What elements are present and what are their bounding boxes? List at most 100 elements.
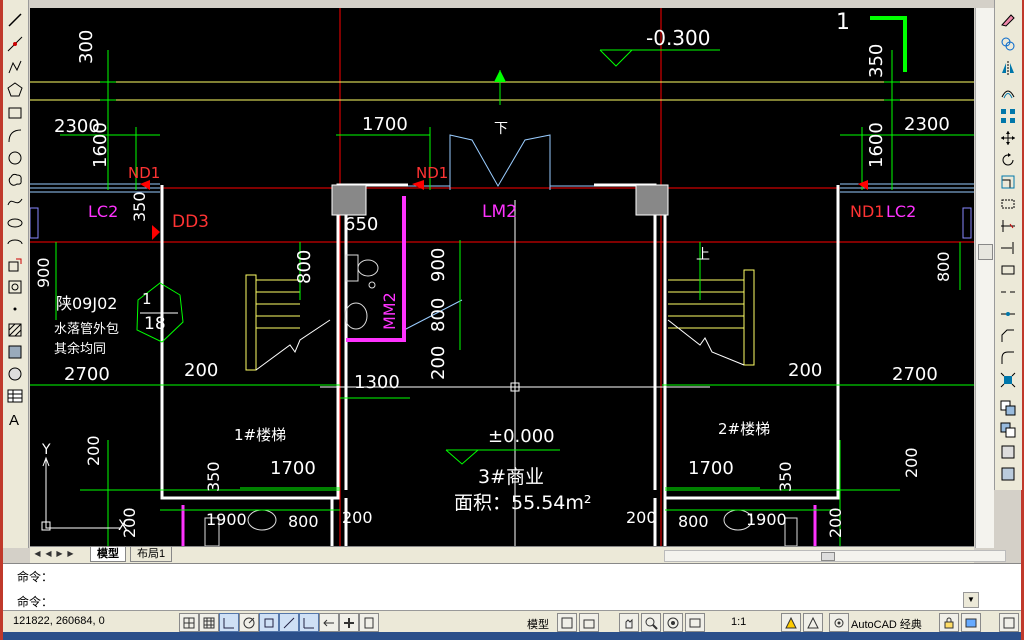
polygon-icon[interactable] <box>5 80 25 100</box>
vertical-scrollbar[interactable] <box>975 8 994 548</box>
arc-icon[interactable] <box>5 126 25 146</box>
ducs-toggle[interactable] <box>299 613 319 632</box>
offset-icon[interactable] <box>998 82 1018 102</box>
dim-800-bottom-right: 800 <box>678 512 709 531</box>
command-history-line: 命令： <box>17 570 54 584</box>
dim-1700-top: 1700 <box>362 114 408 135</box>
room-area-label: 面积：55.54m² <box>454 492 592 514</box>
mirror-icon[interactable] <box>998 58 1018 78</box>
ellipse-icon[interactable] <box>5 213 25 233</box>
break-at-point-icon[interactable] <box>998 260 1018 280</box>
dim-200-bottom-right-edge: 200 <box>826 507 845 538</box>
otrack-toggle[interactable] <box>279 613 299 632</box>
drawing-canvas[interactable]: -0.300 1 2300 1700 2300 300 1600 350 160… <box>30 8 974 546</box>
svg-text:A: A <box>9 412 19 428</box>
scale-icon[interactable] <box>998 172 1018 192</box>
break-icon[interactable] <box>998 282 1018 302</box>
qp-toggle[interactable] <box>359 613 379 632</box>
stretch-icon[interactable] <box>998 194 1018 214</box>
insert-block-icon[interactable] <box>5 255 25 275</box>
revcloud-icon[interactable] <box>5 170 25 190</box>
command-scroll-down-icon[interactable]: ▼ <box>963 592 979 608</box>
workspace-gear-icon[interactable] <box>829 613 849 632</box>
clean-screen-icon[interactable] <box>999 613 1019 632</box>
next-tab-icon[interactable]: ▶ <box>55 549 64 559</box>
workspace-label[interactable]: AutoCAD 经典 <box>851 616 922 632</box>
lock-icon[interactable] <box>939 613 959 632</box>
zoom-icon[interactable] <box>641 613 661 632</box>
layout-view-icon-2[interactable] <box>579 613 599 632</box>
point-icon[interactable] <box>5 299 25 319</box>
room-name-label: 3#商业 <box>478 466 545 488</box>
last-tab-icon[interactable]: ▶ <box>66 549 75 559</box>
dim-900-left: 900 <box>34 257 53 288</box>
layout-view-icon[interactable] <box>557 613 577 632</box>
note-line-2: 其余均同 <box>54 342 107 357</box>
fillet-icon[interactable] <box>998 348 1018 368</box>
multiline-text-icon[interactable]: A <box>5 409 25 429</box>
stair-up-label: 上 <box>696 247 710 263</box>
region-icon[interactable] <box>5 364 25 384</box>
first-tab-icon[interactable]: ◀ <box>33 549 42 559</box>
grid-toggle[interactable] <box>199 613 219 632</box>
draw-order-icon[interactable] <box>998 398 1018 418</box>
rectangle-icon[interactable] <box>5 103 25 123</box>
hardware-accel-icon[interactable] <box>961 613 981 632</box>
trim-icon[interactable] <box>998 216 1018 236</box>
dim-200-right: 200 <box>788 360 823 381</box>
explode-icon[interactable] <box>998 370 1018 390</box>
gradient-icon[interactable] <box>5 342 25 362</box>
polyline-icon[interactable] <box>5 57 25 77</box>
osnap-toggle[interactable] <box>259 613 279 632</box>
dim-1900-right: 1900 <box>746 510 787 529</box>
auto-scale-icon[interactable] <box>803 613 823 632</box>
move-icon[interactable] <box>998 128 1018 148</box>
annotation-visibility-icon[interactable] <box>781 613 801 632</box>
polar-toggle[interactable] <box>239 613 259 632</box>
dim-200-bottom-center-left: 200 <box>342 508 373 527</box>
tab-model[interactable]: 模型 <box>90 547 126 562</box>
extend-icon[interactable] <box>998 238 1018 258</box>
send-back-icon[interactable] <box>998 442 1018 462</box>
steering-wheel-icon[interactable] <box>663 613 683 632</box>
lwt-toggle[interactable] <box>339 613 359 632</box>
hatch-icon[interactable] <box>5 320 25 340</box>
ellipse-arc-icon[interactable] <box>5 234 25 254</box>
command-window[interactable]: 命令： 命令： ▼ <box>3 563 1021 610</box>
join-icon[interactable] <box>998 304 1018 324</box>
prev-tab-icon[interactable]: ◀ <box>44 549 53 559</box>
level-top-label: -0.300 <box>646 26 711 50</box>
horizontal-scroll-thumb[interactable] <box>821 552 835 561</box>
dim-200-bottom-right: 200 <box>902 447 921 478</box>
showmotion-icon[interactable] <box>685 613 705 632</box>
circle-icon[interactable] <box>5 148 25 168</box>
ortho-toggle[interactable] <box>219 613 239 632</box>
spline-icon[interactable] <box>5 192 25 212</box>
table-icon[interactable] <box>5 386 25 406</box>
ucs-x-label: X <box>118 518 128 534</box>
vertical-scroll-thumb[interactable] <box>978 244 993 260</box>
snap-toggle[interactable] <box>179 613 199 632</box>
copy-icon[interactable] <box>998 34 1018 54</box>
dyn-toggle[interactable] <box>319 613 339 632</box>
rotate-icon[interactable] <box>998 150 1018 170</box>
tag-lm2: LM2 <box>482 202 517 222</box>
dim-800-bottom-left: 800 <box>288 512 319 531</box>
erase-icon[interactable] <box>998 10 1018 30</box>
annotation-scale-label[interactable]: 1:1 <box>731 616 746 628</box>
command-prompt[interactable]: 命令： <box>17 593 53 610</box>
chamfer-icon[interactable] <box>998 326 1018 346</box>
array-icon[interactable] <box>998 106 1018 126</box>
stair-down-label: 下 <box>494 121 508 137</box>
construction-line-icon[interactable] <box>5 34 25 54</box>
dim-2700-right: 2700 <box>892 364 938 385</box>
horizontal-scrollbar[interactable] <box>664 550 1006 562</box>
bring-front-icon[interactable] <box>998 420 1018 440</box>
bring-above-icon[interactable] <box>998 464 1018 484</box>
make-block-icon[interactable] <box>5 277 25 297</box>
dim-2700-left: 2700 <box>64 364 110 385</box>
pan-icon[interactable] <box>619 613 639 632</box>
tab-layout1[interactable]: 布局1 <box>130 547 173 562</box>
line-icon[interactable] <box>5 10 25 30</box>
model-space-label[interactable]: 模型 <box>527 616 549 632</box>
